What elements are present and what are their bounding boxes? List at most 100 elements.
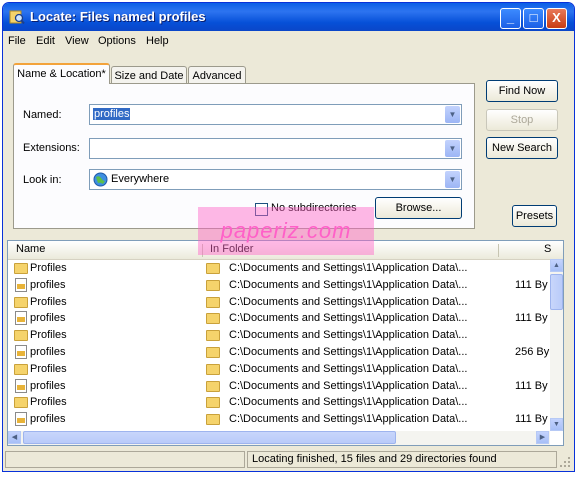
- close-button[interactable]: X: [546, 8, 567, 29]
- cell-in-folder: C:\Documents and Settings\1\Application …: [229, 346, 468, 358]
- title-bar[interactable]: Locate: Files named profiles _ □ X: [3, 3, 574, 31]
- menu-edit[interactable]: Edit: [36, 35, 55, 47]
- folder-icon: [206, 263, 220, 274]
- cell-name: profiles: [30, 346, 66, 358]
- cell-in-folder: C:\Documents and Settings\1\Application …: [229, 295, 468, 308]
- horizontal-scrollbar[interactable]: ◀ ▶: [8, 431, 550, 445]
- globe-icon: [93, 172, 108, 187]
- menu-file[interactable]: File: [8, 35, 26, 47]
- dropdown-arrow-icon[interactable]: ▼: [445, 140, 460, 157]
- cell-in-folder: C:\Documents and Settings\1\Application …: [229, 396, 468, 409]
- cell-size: 256 By: [515, 346, 550, 358]
- file-icon: [15, 345, 27, 359]
- folder-icon: [206, 313, 220, 325]
- cell-name: Profiles: [30, 362, 67, 375]
- file-icon: [15, 412, 27, 427]
- cell-in-folder: C:\Documents and Settings\1\Application …: [229, 362, 468, 375]
- table-row[interactable]: Profiles C:\Documents and Settings\1\Appl…: [8, 260, 548, 276]
- folder-icon: [206, 397, 220, 409]
- results-list[interactable]: Name In Folder S Profiles C:\Documents an…: [7, 240, 564, 446]
- cell-name: profiles: [30, 413, 66, 426]
- file-icon: [15, 277, 27, 292]
- table-row[interactable]: profiles C:\Documents and Settings\1\Appl…: [8, 310, 548, 326]
- window-title: Locate: Files named profiles: [30, 9, 206, 24]
- named-combobox[interactable]: profiles ▼: [89, 104, 462, 125]
- dropdown-arrow-icon[interactable]: ▼: [445, 171, 460, 188]
- lookin-label: Look in:: [23, 174, 62, 186]
- scroll-left-icon[interactable]: ◀: [8, 431, 21, 444]
- folder-icon: [206, 380, 220, 392]
- horizontal-scroll-thumb[interactable]: [23, 431, 396, 444]
- table-row[interactable]: profiles C:\Documents and Settings\1\Appl…: [8, 378, 548, 394]
- vertical-scrollbar[interactable]: ▲ ▼: [550, 259, 563, 431]
- folder-icon: [206, 296, 220, 308]
- minimize-button[interactable]: _: [500, 8, 521, 29]
- cell-name: profiles: [30, 379, 66, 392]
- tab-name-location[interactable]: Name & Location*: [13, 63, 110, 84]
- folder-icon: [206, 363, 220, 375]
- folder-icon: [14, 397, 28, 409]
- dropdown-arrow-icon[interactable]: ▼: [445, 106, 460, 123]
- maximize-icon: □: [529, 10, 538, 25]
- cell-name: Profiles: [30, 262, 67, 274]
- status-text: Locating finished, 15 files and 29 direc…: [247, 451, 557, 468]
- close-icon: X: [552, 10, 561, 25]
- named-label: Named:: [23, 109, 62, 121]
- cell-name: Profiles: [30, 396, 67, 409]
- stop-button[interactable]: Stop: [486, 109, 558, 131]
- cell-name: profiles: [30, 278, 66, 291]
- browse-button[interactable]: Browse...: [375, 197, 462, 219]
- column-divider[interactable]: [498, 244, 499, 257]
- file-icon: [15, 378, 27, 393]
- extensions-combobox[interactable]: ▼: [89, 138, 462, 159]
- folder-icon: [206, 330, 220, 342]
- cell-in-folder: C:\Documents and Settings\1\Application …: [229, 312, 468, 325]
- folder-icon: [206, 279, 220, 291]
- maximize-button[interactable]: □: [523, 8, 544, 29]
- cell-in-folder: C:\Documents and Settings\1\Application …: [229, 278, 468, 291]
- table-row[interactable]: profiles C:\Documents and Settings\1\Appl…: [8, 344, 550, 360]
- lookin-value: Everywhere: [111, 173, 170, 185]
- cell-name: Profiles: [30, 295, 67, 308]
- menu-bar: File Edit View Options Help: [3, 31, 574, 51]
- table-row[interactable]: profiles C:\Documents and Settings\1\Appl…: [8, 411, 548, 427]
- folder-icon: [206, 347, 220, 358]
- folder-icon: [14, 296, 28, 308]
- cell-size: 111 By: [515, 278, 548, 291]
- cell-in-folder: C:\Documents and Settings\1\Application …: [229, 262, 468, 274]
- cell-name: Profiles: [30, 329, 67, 342]
- cell-name: profiles: [30, 312, 66, 325]
- file-icon: [15, 311, 27, 326]
- lookin-combobox[interactable]: Everywhere ▼: [89, 169, 462, 190]
- cell-size: 111 By: [515, 379, 548, 392]
- menu-view[interactable]: View: [65, 35, 89, 47]
- table-row[interactable]: Profiles C:\Documents and Settings\1\Appl…: [8, 361, 548, 377]
- scroll-up-icon[interactable]: ▲: [550, 259, 563, 272]
- table-row[interactable]: Profiles C:\Documents and Settings\1\Appl…: [8, 294, 548, 310]
- minimize-icon: _: [506, 10, 515, 25]
- cell-in-folder: C:\Documents and Settings\1\Application …: [229, 329, 468, 342]
- column-header-name[interactable]: Name: [16, 243, 45, 255]
- find-now-button[interactable]: Find Now: [486, 80, 558, 102]
- extensions-label: Extensions:: [23, 142, 80, 154]
- resize-grip-icon[interactable]: [558, 455, 571, 468]
- menu-options[interactable]: Options: [98, 35, 136, 47]
- folder-icon: [14, 363, 28, 375]
- table-row[interactable]: profiles C:\Documents and Settings\1\Appl…: [8, 277, 548, 293]
- table-row[interactable]: Profiles C:\Documents and Settings\1\Appl…: [8, 327, 548, 343]
- menu-help[interactable]: Help: [146, 35, 169, 47]
- scroll-right-icon[interactable]: ▶: [536, 431, 549, 444]
- folder-icon: [206, 414, 220, 426]
- status-pane-left: [5, 451, 245, 468]
- column-header-size[interactable]: S: [544, 243, 551, 255]
- vertical-scroll-thumb[interactable]: [550, 274, 563, 310]
- scroll-down-icon[interactable]: ▼: [550, 418, 563, 431]
- table-row[interactable]: Profiles C:\Documents and Settings\1\Appl…: [8, 394, 548, 410]
- cell-size: 111 By: [515, 312, 548, 325]
- status-bar: Locating finished, 15 files and 29 direc…: [3, 447, 574, 471]
- watermark-logo: paperiz.com: [198, 207, 374, 255]
- new-search-button[interactable]: New Search: [486, 137, 558, 159]
- search-app-icon: [9, 10, 25, 25]
- presets-button[interactable]: Presets: [512, 205, 557, 227]
- folder-icon: [14, 330, 28, 342]
